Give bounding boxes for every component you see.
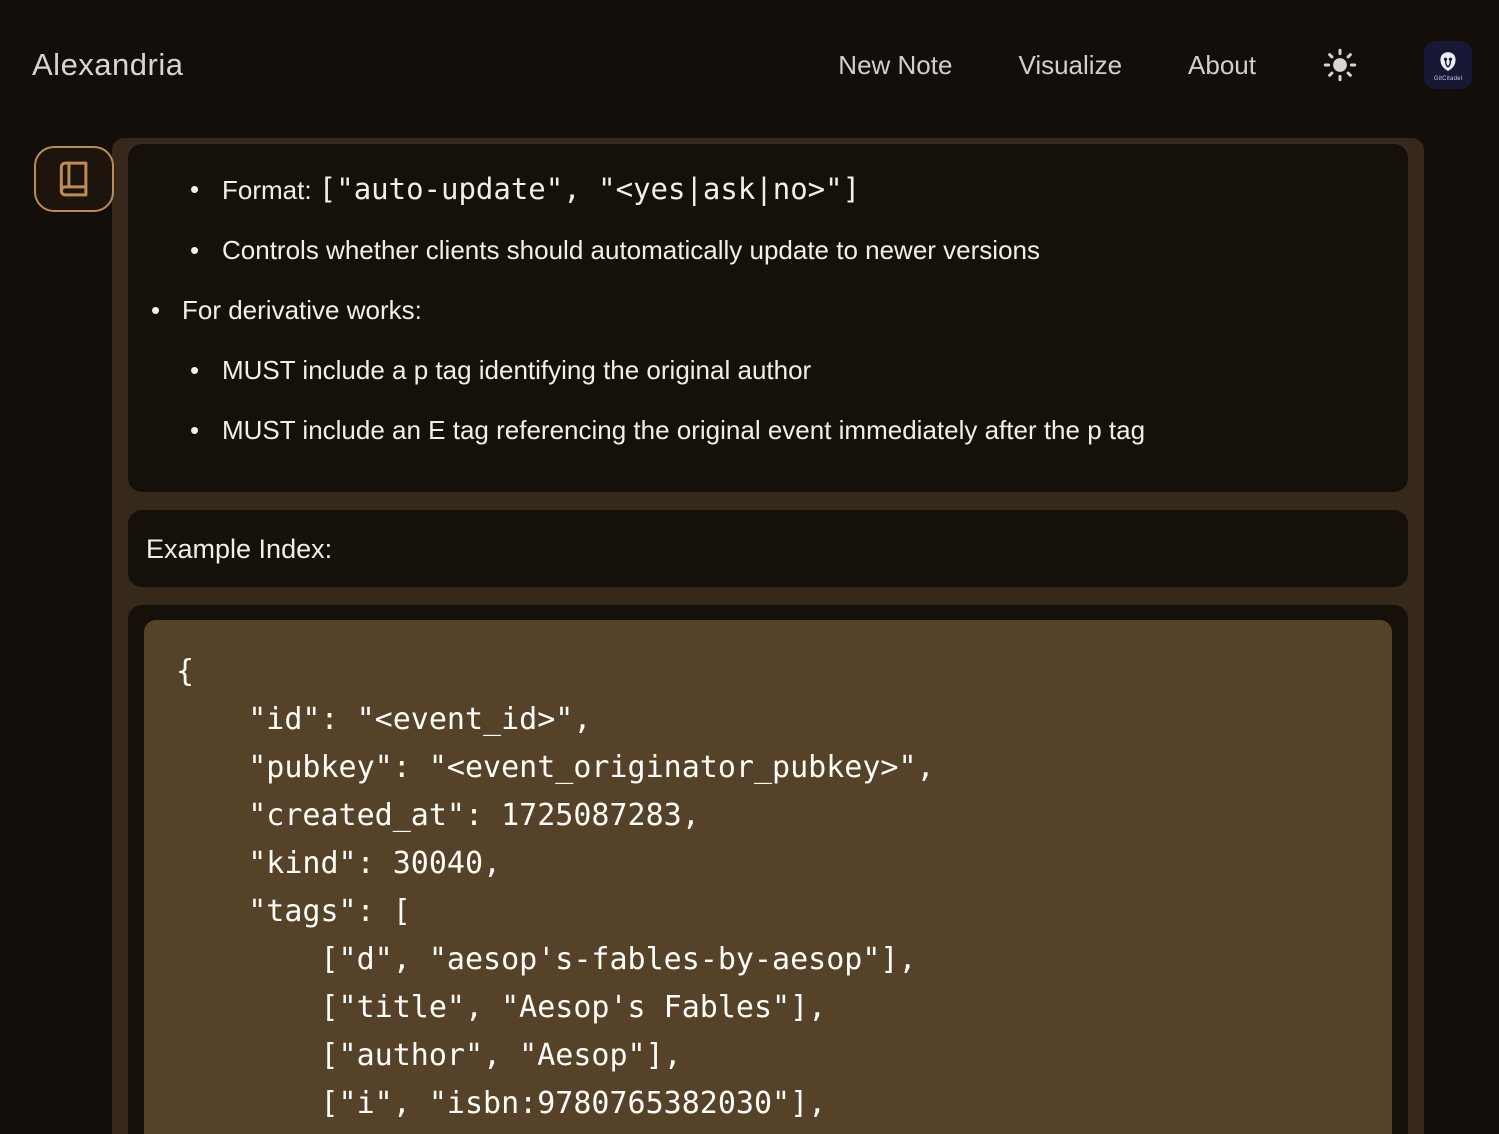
content-area: Format: ["auto-update", "<yes|ask|no>"] … [112, 138, 1424, 1134]
book-icon [55, 160, 93, 198]
bullet-dot [190, 413, 222, 447]
example-index-label: Example Index: [146, 534, 332, 564]
inline-code: ["auto-update", "<yes|ask|no>"] [319, 172, 860, 206]
example-code-card: { "id": "<event_id>", "pubkey": "<event_… [128, 605, 1408, 1134]
bullet-text: For derivative works: [182, 293, 422, 327]
bullet-dot [190, 233, 222, 267]
doc-bullets-card: Format: ["auto-update", "<yes|ask|no>"] … [128, 144, 1408, 492]
bullet-text: MUST include a p tag identifying the ori… [222, 353, 811, 387]
gitcitadel-logo[interactable]: GitCitadel [1424, 41, 1472, 89]
bullet-must-p-tag: MUST include a p tag identifying the ori… [128, 353, 1408, 387]
bullet-text: Format: ["auto-update", "<yes|ask|no>"] [222, 172, 860, 207]
sun-icon [1322, 47, 1358, 83]
bullet-controls: Controls whether clients should automati… [128, 233, 1408, 267]
gitcitadel-logo-label: GitCitadel [1434, 76, 1462, 82]
bullet-dot [151, 293, 182, 327]
nav-link-visualize[interactable]: Visualize [1018, 50, 1122, 81]
nav-links: New Note Visualize About [838, 41, 1472, 89]
navbar: Alexandria New Note Visualize About [0, 0, 1499, 130]
table-of-contents-button[interactable] [34, 146, 114, 212]
bullet-dot [190, 353, 222, 387]
bullet-format: Format: ["auto-update", "<yes|ask|no>"] [128, 172, 1408, 207]
brand-title[interactable]: Alexandria [32, 47, 183, 83]
bullet-text: Controls whether clients should automati… [222, 233, 1040, 267]
theme-toggle-button[interactable] [1322, 47, 1358, 83]
json-code-block: { "id": "<event_id>", "pubkey": "<event_… [144, 620, 1392, 1134]
gitcitadel-shield-icon [1435, 49, 1461, 75]
bullet-derivative-works: For derivative works: [128, 293, 1408, 327]
example-index-card: Example Index: [128, 510, 1408, 587]
bullet-text: MUST include an E tag referencing the or… [222, 413, 1145, 447]
nav-link-new-note[interactable]: New Note [838, 50, 952, 81]
bullet-must-e-tag: MUST include an E tag referencing the or… [128, 413, 1408, 447]
nav-link-about[interactable]: About [1188, 50, 1256, 81]
bullet-dot [190, 172, 222, 207]
